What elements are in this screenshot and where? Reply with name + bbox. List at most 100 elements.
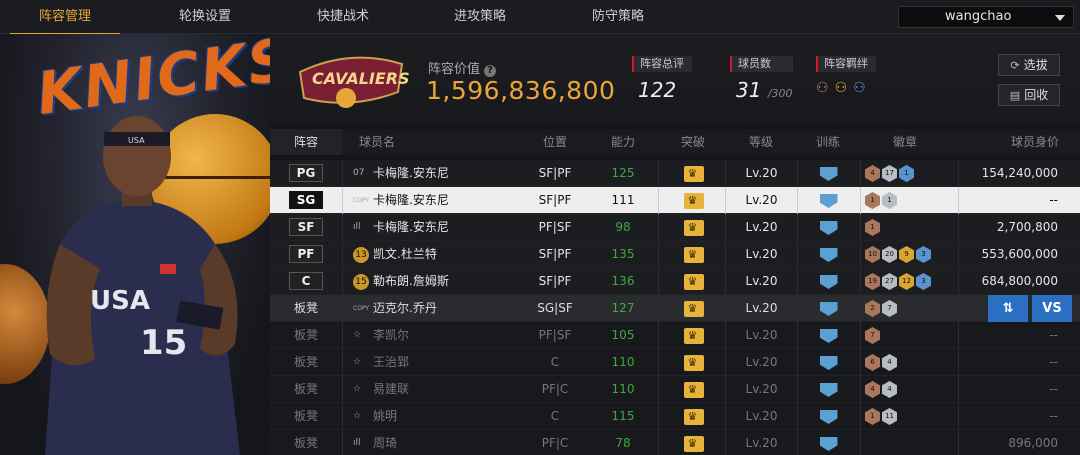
tab-defense[interactable]: 防守策略 [563,0,673,34]
badges-cell[interactable]: 44 [860,376,960,403]
lineup-slot[interactable]: 板凳 [270,349,342,376]
training-icon[interactable] [819,437,838,451]
lineup-slot[interactable]: 板凳 [270,376,342,403]
training-cell[interactable] [797,241,859,268]
tab-offense[interactable]: 进攻策略 [425,0,535,34]
lineup-slot[interactable]: C [270,268,342,295]
table-row[interactable]: SF ıll 卡梅隆.安东尼 PF|SF 98 Lv.20 1 2,700,800 [270,214,1080,241]
crown-icon[interactable] [683,220,704,236]
badges-cell[interactable]: 64 [860,349,960,376]
badges-cell[interactable]: 11 [860,187,960,214]
badges-cell[interactable]: 4 17 1 [860,160,960,187]
table-row[interactable]: 板凳 ☆ 李凯尔 PF|SF 105 Lv.20 7 -- [270,322,1080,349]
training-cell[interactable] [797,268,859,295]
training-cell[interactable] [797,403,859,430]
training-cell[interactable] [797,295,859,322]
badges-cell[interactable]: 7 [860,322,960,349]
breakthrough-cell[interactable] [658,349,728,376]
table-row[interactable]: SGCOPY卡梅隆.安东尼SF|PF111Lv.2011-- [270,187,1080,214]
training-icon[interactable] [819,275,838,289]
crown-icon[interactable] [683,247,704,263]
player-name-cell[interactable]: 07 卡梅隆.安东尼 [342,160,520,187]
training-cell[interactable] [797,187,859,214]
breakthrough-cell[interactable] [658,403,728,430]
breakthrough-cell[interactable] [658,430,728,455]
badges-cell[interactable]: 27 [860,295,960,322]
table-row[interactable]: PG07卡梅隆.安东尼SF|PF125Lv.204171154,240,000 [270,160,1080,187]
player-name-cell[interactable]: ıll 卡梅隆.安东尼 [342,214,520,241]
table-row[interactable]: 板凳☆易建联PF|C110Lv.2044-- [270,376,1080,403]
training-icon[interactable] [819,383,838,397]
lineup-slot[interactable]: 板凳 [270,430,342,455]
training-icon[interactable] [819,329,838,343]
badges-cell[interactable]: 10 20 9 3 [860,241,960,268]
training-cell[interactable] [797,322,859,349]
lineup-slot[interactable]: PG [270,160,342,187]
player-name-cell[interactable]: ☆ 易建联 [342,376,520,403]
user-dropdown[interactable]: wangchao [898,6,1074,28]
training-icon[interactable] [819,221,838,235]
crown-icon[interactable] [683,166,704,182]
crown-icon[interactable] [683,193,704,209]
table-row[interactable]: 板凳 COPY迈克尔.乔丹 SG|SF 127 Lv.20 27 ⇅VS [270,295,1080,322]
select-button[interactable]: ⟳ 选拔 [998,54,1060,76]
recycle-button[interactable]: ▤ 回收 [998,84,1060,106]
lineup-slot[interactable]: SG [270,187,342,214]
table-row[interactable]: 板凳☆王治郅C110Lv.2064-- [270,349,1080,376]
lineup-slot[interactable]: 板凳 [270,295,342,322]
training-cell[interactable] [797,376,859,403]
crown-icon[interactable] [683,436,704,452]
breakthrough-cell[interactable] [658,268,728,295]
breakthrough-cell[interactable] [658,376,728,403]
badges-cell[interactable] [860,430,960,455]
table-row[interactable]: 板凳 ıll 周琦 PF|C 78 Lv.20 896,000 [270,430,1080,455]
player-name-cell[interactable]: ☆ 姚明 [342,403,520,430]
swap-button[interactable]: ⇅ [988,295,1028,322]
breakthrough-cell[interactable] [658,187,728,214]
crown-icon[interactable] [683,355,704,371]
bond-icon[interactable]: ⚇ [835,80,848,96]
breakthrough-cell[interactable] [658,322,728,349]
breakthrough-cell[interactable] [658,241,728,268]
training-icon[interactable] [819,410,838,424]
crown-icon[interactable] [683,328,704,344]
table-row[interactable]: 板凳☆姚明C115Lv.20111-- [270,403,1080,430]
lineup-slot[interactable]: 板凳 [270,403,342,430]
compare-button[interactable]: VS [1032,295,1072,322]
training-icon[interactable] [819,194,838,208]
breakthrough-cell[interactable] [658,160,728,187]
breakthrough-cell[interactable] [658,214,728,241]
training-cell[interactable] [797,160,859,187]
crown-icon[interactable] [683,301,704,317]
tab-tactics[interactable]: 快捷战术 [288,0,398,34]
crown-icon[interactable] [683,382,704,398]
player-name-cell[interactable]: ☆ 王治郅 [342,349,520,376]
table-row[interactable]: PF13凯文.杜兰特SF|PF135Lv.20102093553,600,000 [270,241,1080,268]
breakthrough-cell[interactable] [658,295,728,322]
player-name-cell[interactable]: 15 勒布朗.詹姆斯 [342,268,520,295]
training-icon[interactable] [819,167,838,181]
training-icon[interactable] [819,302,838,316]
lineup-slot[interactable]: 板凳 [270,322,342,349]
player-name-cell[interactable]: COPY 迈克尔.乔丹 [342,295,520,322]
tab-lineup[interactable]: 阵容管理 [10,0,120,35]
badges-cell[interactable]: 19 27 12 3 [860,268,960,295]
bond-icon[interactable]: ⚇ [816,80,829,96]
badges-cell[interactable]: 1 11 [860,403,960,430]
lineup-slot[interactable]: SF [270,214,342,241]
crown-icon[interactable] [683,274,704,290]
player-name-cell[interactable]: ıll 周琦 [342,430,520,455]
training-icon[interactable] [819,248,838,262]
training-cell[interactable] [797,214,859,241]
training-icon[interactable] [819,356,838,370]
player-name-cell[interactable]: 13 凯文.杜兰特 [342,241,520,268]
tab-rotation[interactable]: 轮换设置 [150,0,260,34]
table-row[interactable]: C15勒布朗.詹姆斯SF|PF136Lv.201927123684,800,00… [270,268,1080,295]
player-name-cell[interactable]: ☆ 李凯尔 [342,322,520,349]
player-name-cell[interactable]: COPY 卡梅隆.安东尼 [342,187,520,214]
badges-cell[interactable]: 1 [860,214,960,241]
bond-icon[interactable]: ⚇ [853,80,866,96]
lineup-slot[interactable]: PF [270,241,342,268]
crown-icon[interactable] [683,409,704,425]
training-cell[interactable] [797,430,859,455]
